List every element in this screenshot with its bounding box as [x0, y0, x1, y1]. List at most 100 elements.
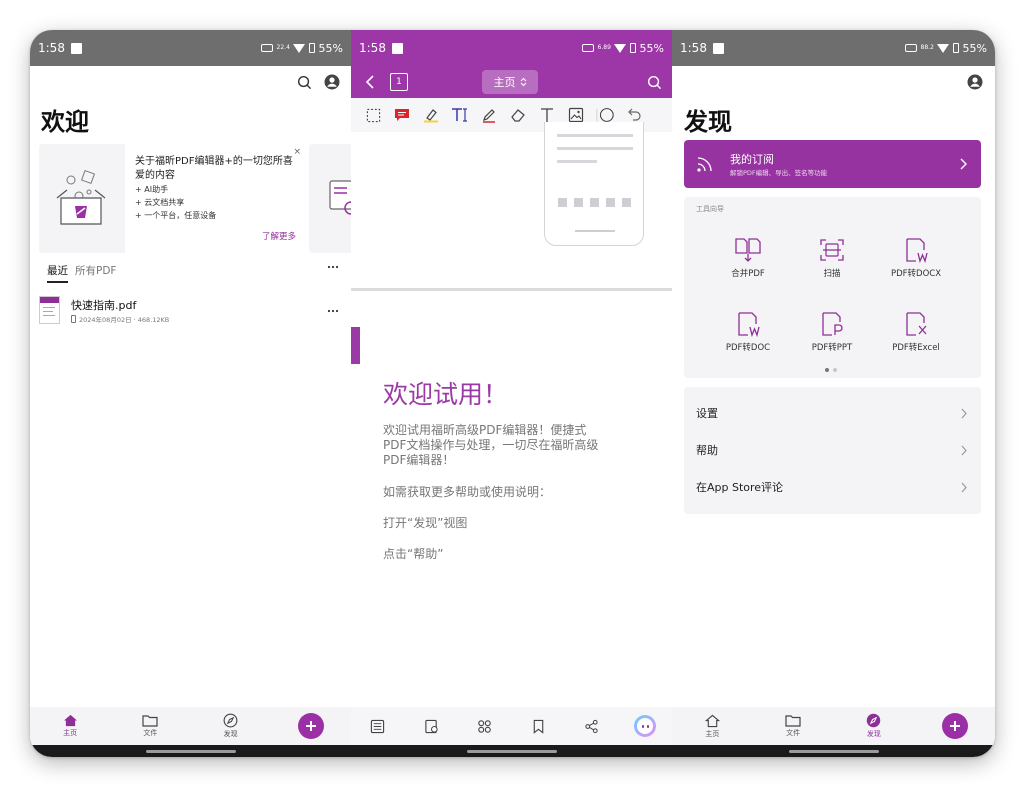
- bookmark-icon: [533, 719, 544, 734]
- tab-all-pdf[interactable]: 所有PDF: [75, 263, 116, 283]
- tool-pdf-to-excel[interactable]: PDF转Excel: [876, 311, 956, 363]
- compass-icon: [867, 713, 881, 728]
- account-icon[interactable]: [966, 73, 984, 91]
- file-name: 快速指南.pdf: [71, 299, 137, 312]
- doc-paragraph: 如需获取更多帮助或使用说明：: [383, 485, 552, 499]
- settings-label: 设置: [696, 407, 718, 420]
- tool-pdf-to-doc[interactable]: PDF转DOC: [708, 311, 788, 363]
- bookmark-button[interactable]: [512, 708, 566, 744]
- nav-files-label: 文件: [786, 729, 801, 737]
- chevron-updown-icon: [520, 77, 526, 87]
- home-icon: [704, 714, 720, 727]
- page-title: 欢迎: [41, 108, 89, 136]
- battery-icon: [308, 43, 315, 53]
- home-indicator: [30, 745, 351, 757]
- page-indicator: [825, 368, 837, 372]
- nav-discover-label: 发现: [223, 730, 238, 738]
- promo-card-next[interactable]: [309, 144, 351, 253]
- nav-home[interactable]: 主页: [42, 708, 98, 744]
- note-tool-icon[interactable]: [392, 105, 412, 125]
- promo-bullet: + 云文档共享: [135, 198, 185, 207]
- learn-more-link[interactable]: 了解更多: [262, 230, 296, 242]
- tool-guide: 工具向导 合并PDF 扫描 PDF转DOCX PDF转DOC PDF转PPT P…: [684, 197, 981, 378]
- nav-discover[interactable]: 发现: [203, 708, 259, 744]
- document-view-icon: [425, 719, 438, 733]
- pdf-to-doc-icon: [738, 312, 760, 337]
- ai-assistant-button[interactable]: [619, 708, 673, 744]
- pen-tool-icon[interactable]: [479, 105, 499, 125]
- chevron-right-icon: [961, 445, 967, 455]
- wifi-icon: [613, 43, 626, 53]
- nav-add[interactable]: [927, 708, 983, 744]
- review-row[interactable]: 在App Store评论: [684, 468, 981, 506]
- tool-pdf-to-ppt[interactable]: PDF转PPT: [792, 311, 872, 363]
- subscription-desc: 解锁PDF编辑、导出、签名等功能: [730, 169, 828, 177]
- eraser-tool-icon[interactable]: [508, 105, 528, 125]
- nav-discover[interactable]: 发现: [846, 708, 902, 744]
- bottom-nav: 主页 文件 发现: [30, 707, 351, 745]
- read-mode-button[interactable]: [405, 708, 459, 744]
- file-more-icon[interactable]: [326, 306, 340, 316]
- home-icon: [63, 714, 77, 727]
- notification-icon: [712, 42, 724, 54]
- plus-icon: [305, 721, 316, 731]
- document-viewer: 1:58 6.89 55% 1 主页 欢迎试用！ 欢迎试用福昕高级PDF编辑器！…: [351, 30, 672, 757]
- tool-pdf-to-docx[interactable]: PDF转DOCX: [876, 237, 956, 289]
- nav-files[interactable]: 文件: [765, 708, 821, 744]
- search-icon[interactable]: [645, 73, 663, 91]
- tool-label: PDF转DOCX: [890, 269, 942, 279]
- battery-level: 55%: [962, 41, 987, 55]
- more-icon[interactable]: [326, 262, 340, 272]
- add-button[interactable]: [941, 713, 968, 739]
- discover-screen: 1:58 88.2 55% 发现 我的订阅 解锁PDF编辑、导出、签名等功能 工…: [672, 30, 995, 757]
- account-icon[interactable]: [323, 73, 341, 91]
- search-icon[interactable]: [295, 73, 313, 91]
- nav-add[interactable]: [283, 708, 339, 744]
- status-bar: 1:58 88.2 55%: [672, 30, 995, 66]
- document-page-illustration: [351, 122, 672, 288]
- status-time: 1:58: [38, 41, 65, 55]
- doc-paragraph: 点击“帮助”: [383, 547, 444, 561]
- add-button[interactable]: [297, 713, 324, 739]
- page-title: 发现: [684, 108, 732, 136]
- promo-card[interactable]: × 关于福昕PDF编辑器+的一切您所喜爱的内容 + AI助手 + 云文档共享 +…: [39, 144, 308, 253]
- vibrate-icon: [260, 44, 273, 52]
- settings-row[interactable]: 设置: [684, 394, 981, 432]
- list-icon: [371, 719, 385, 733]
- settings-list: 设置 帮助 在App Store评论: [684, 387, 981, 514]
- close-icon[interactable]: ×: [293, 147, 301, 157]
- highlight-tool-icon[interactable]: [421, 105, 441, 125]
- status-time: 1:58: [359, 41, 386, 55]
- nav-home[interactable]: 主页: [684, 708, 740, 744]
- compass-icon: [223, 713, 238, 728]
- page-number-icon[interactable]: 1: [390, 73, 408, 91]
- promo-message: × 关于福昕PDF编辑器+的一切您所喜爱的内容 + AI助手 + 云文档共享 +…: [125, 144, 308, 253]
- select-tool-icon[interactable]: [363, 105, 383, 125]
- share-button[interactable]: [565, 708, 619, 744]
- help-row[interactable]: 帮助: [684, 431, 981, 469]
- outline-button[interactable]: [351, 708, 405, 744]
- doc-paragraph: 欢迎试用福昕高级PDF编辑器！便捷式PDF文档操作与处理，一切尽在福昕高级PDF…: [383, 423, 599, 467]
- tab-recent[interactable]: 最近: [47, 263, 68, 283]
- list-item[interactable]: 快速指南.pdf 2024年08月02日 · 468.12KB: [39, 296, 344, 326]
- tool-merge-pdf[interactable]: 合并PDF: [708, 237, 788, 289]
- text-edit-tool-icon[interactable]: [450, 105, 470, 125]
- back-icon[interactable]: [361, 73, 379, 91]
- nav-files[interactable]: 文件: [122, 708, 178, 744]
- file-tabs: 最近 所有PDF: [47, 263, 116, 283]
- pdf-to-docx-icon: [906, 238, 928, 263]
- ai-assistant-icon: [634, 715, 657, 737]
- subscription-banner[interactable]: 我的订阅 解锁PDF编辑、导出、签名等功能: [684, 140, 981, 188]
- folder-icon: [785, 715, 801, 727]
- pdf-thumbnail-icon: [39, 296, 60, 324]
- promo-title: 关于福昕PDF编辑器+的一切您所喜爱的内容: [135, 156, 293, 181]
- folder-icon: [142, 715, 158, 727]
- status-time: 1:58: [680, 41, 707, 55]
- tool-scan[interactable]: 扫描: [792, 237, 872, 289]
- thumbnails-button[interactable]: [458, 708, 512, 744]
- view-mode-selector[interactable]: 主页: [482, 70, 538, 94]
- file-meta: 2024年08月02日 · 468.12KB: [79, 316, 170, 324]
- vibrate-icon: [581, 44, 594, 52]
- nav-discover-label: 发现: [866, 730, 881, 738]
- tool-label: PDF转PPT: [811, 343, 853, 353]
